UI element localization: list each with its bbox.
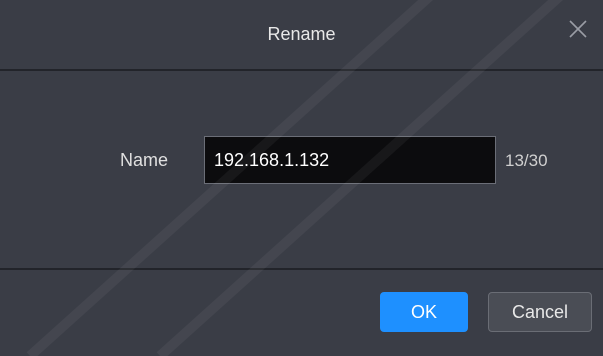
name-label: Name	[120, 150, 169, 170]
dialog-header: Rename	[0, 0, 603, 70]
name-input[interactable]	[204, 136, 496, 184]
dialog-title: Rename	[267, 24, 336, 44]
cancel-button[interactable]: Cancel	[488, 292, 592, 332]
char-counter: 13/30	[505, 151, 548, 170]
dialog-footer: OK Cancel	[0, 270, 603, 356]
close-icon[interactable]	[567, 18, 589, 40]
rename-dialog: Rename Name 13/30 OK Cancel	[0, 0, 603, 356]
ok-button[interactable]: OK	[380, 292, 468, 332]
dialog-body: Name 13/30	[0, 71, 603, 269]
